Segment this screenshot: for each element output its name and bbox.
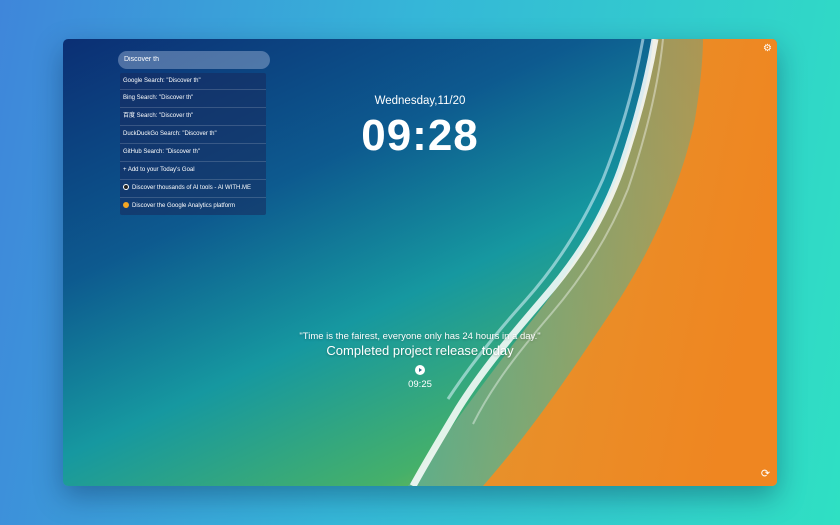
gear-icon[interactable]: ⚙ (762, 43, 773, 54)
new-tab-window: Google Search: "Discover th" Bing Search… (63, 39, 777, 486)
ai-tools-favicon-icon (123, 183, 129, 190)
suggestion-ai-tools-label: Discover thousands of AI tools - AI WITH… (132, 184, 252, 191)
focus-timer: 09:25 (408, 379, 432, 390)
quote-text: "Time is the fairest, everyone only has … (299, 331, 541, 342)
suggestion-analytics[interactable]: Discover the Google Analytics platform (120, 198, 266, 215)
clock: 09:28 (361, 111, 479, 160)
suggestion-ai-tools[interactable]: Discover thousands of AI tools - AI WITH… (120, 180, 266, 198)
todays-goal[interactable]: Completed project release today (63, 343, 777, 358)
suggestion-analytics-label: Discover the Google Analytics platform (132, 202, 236, 209)
analytics-favicon-icon (123, 201, 129, 208)
suggestion-google[interactable]: Google Search: "Discover th" (120, 73, 266, 91)
date-label: Wednesday,11/20 (374, 95, 466, 107)
play-icon[interactable] (415, 365, 425, 375)
search-input[interactable] (118, 50, 270, 69)
suggestion-add-goal[interactable]: + Add to your Today's Goal (120, 162, 266, 180)
refresh-icon[interactable]: ⟳ (760, 469, 771, 480)
